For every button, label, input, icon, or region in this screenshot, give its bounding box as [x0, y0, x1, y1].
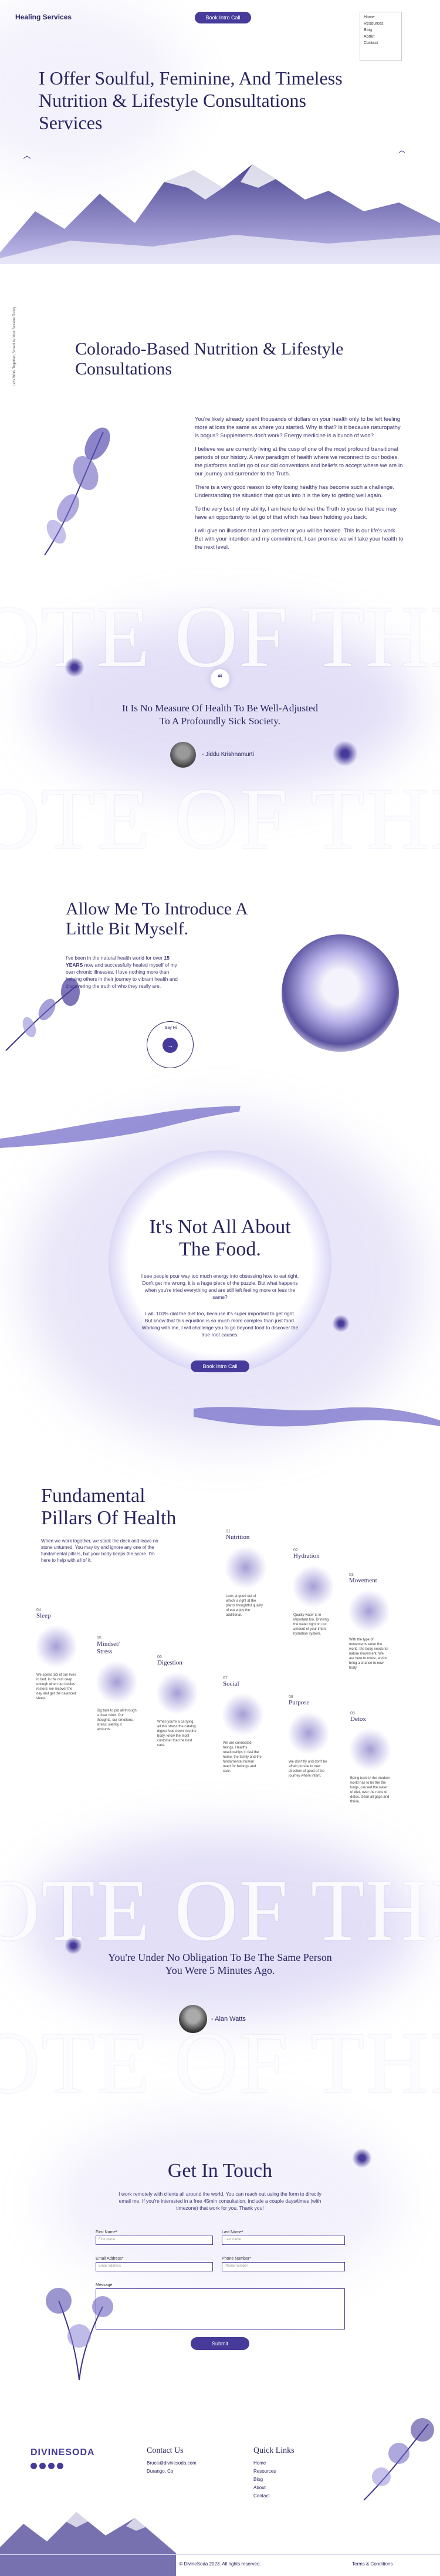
- contact-desc: I work remotely with clients all around …: [119, 2191, 321, 2211]
- youtube-icon[interactable]: [57, 2463, 63, 2469]
- intro-paragraph: You're likely already spent thousands of…: [195, 416, 401, 439]
- about-title: Allow Me To Introduce A Little Bit Mysel…: [66, 899, 247, 938]
- last-name-input[interactable]: Last name: [222, 2236, 345, 2245]
- intro-paragraph: There is a very good reason to why losin…: [195, 484, 395, 499]
- phone-field: Phone Number* Phone number: [222, 2257, 345, 2271]
- facebook-icon[interactable]: [39, 2463, 46, 2469]
- pillar-image: [293, 1563, 333, 1610]
- pillar-image: [349, 1588, 389, 1635]
- nav-menu: Home Resources Blog About Contact: [360, 12, 402, 61]
- footer-link-resources[interactable]: Resources: [253, 2467, 276, 2476]
- pillar-card-digestion: 06 Digestion When you're a carrying all …: [157, 1655, 197, 1747]
- pillar-image: [223, 1691, 263, 1738]
- pillar-image: [289, 1710, 329, 1757]
- footer-link-contact[interactable]: Contact: [253, 2492, 276, 2500]
- intro-paragraph: I will give no illusions that I am perfe…: [195, 528, 404, 551]
- footer-link-blog[interactable]: Blog: [253, 2476, 276, 2484]
- reaching-hand-illustration: [0, 1106, 241, 1148]
- footer-flower-illustration: [363, 2418, 434, 2501]
- social-icons: [31, 2463, 77, 2470]
- food-book-intro-call-button[interactable]: Book Intro Call: [191, 1360, 249, 1372]
- message-input[interactable]: [96, 2288, 345, 2329]
- pillar-image: [226, 1544, 266, 1591]
- message-field: Message: [96, 2283, 345, 2329]
- footer-links-title: Quick Links: [253, 2446, 295, 2455]
- quote-author: - Jiddu Krishnamurti: [202, 751, 254, 758]
- last-name-field: Last Name* Last name: [222, 2230, 345, 2245]
- twitter-icon[interactable]: [48, 2463, 55, 2469]
- header: Healing Services Book Intro Call Home Re…: [0, 0, 440, 61]
- leaf-icon: [352, 2148, 372, 2168]
- food-paragraph: I see people pour way too much energy in…: [141, 1273, 299, 1300]
- food-title: It's Not All About The Food.: [149, 1216, 291, 1260]
- author-avatar: [179, 2005, 207, 2033]
- pillar-image: [36, 1623, 76, 1670]
- first-name-input[interactable]: First name: [96, 2236, 213, 2245]
- nav-home[interactable]: Home: [364, 14, 398, 21]
- pillars-title: Fundamental Pillars Of Health: [41, 1485, 177, 1529]
- pillar-card-hydration: 02 Hydration Quality water is in importa…: [293, 1548, 333, 1636]
- footer-location: Durango, Co: [147, 2469, 174, 2474]
- pillar-image: [97, 1659, 137, 1706]
- footer-links: Home Resources Blog About Contact: [253, 2459, 276, 2500]
- footer-contact-title: Contact Us: [147, 2446, 184, 2455]
- footer-email[interactable]: Bruce@divinesoda.com: [147, 2459, 197, 2467]
- intro-paragraph: I believe we are currently living at the…: [195, 446, 403, 477]
- footer-link-home[interactable]: Home: [253, 2459, 276, 2467]
- pillar-card-sleep: 04 Sleep We spend 1/3 of our lives in be…: [36, 1608, 76, 1700]
- submit-button[interactable]: Submit: [191, 2337, 249, 2350]
- say-hi-badge[interactable]: → Say Hi: [147, 1021, 194, 1068]
- intro-body: You're likely already spent thousands of…: [195, 416, 406, 557]
- pillar-card-movement: 03 Movement With the type of movements e…: [349, 1573, 389, 1670]
- arrow-icon: →: [163, 1037, 178, 1053]
- pillar-image: [157, 1670, 197, 1717]
- nav-blog[interactable]: Blog: [364, 27, 398, 33]
- branch-illustration: [5, 978, 80, 1051]
- first-name-field: First Name* First name: [96, 2230, 213, 2245]
- flower-bouquet-illustration: [46, 2288, 113, 2381]
- leaf-icon: [65, 657, 84, 677]
- email-input[interactable]: Email address: [96, 2262, 213, 2271]
- nav-contact[interactable]: Contact: [364, 40, 398, 46]
- phone-input[interactable]: Phone number: [222, 2262, 345, 2271]
- brand-logo[interactable]: Healing Services: [15, 13, 72, 21]
- hero-title: I Offer Soulful, Feminine, And Timeless …: [39, 67, 343, 133]
- instagram-icon[interactable]: [31, 2463, 37, 2469]
- quote-watermark: OTE OF THE: [0, 770, 440, 867]
- pillar-card-purpose: 08 Purpose We don't fly and don't be afr…: [289, 1695, 329, 1778]
- quote-text: It Is No Measure Of Health To Be Well-Ad…: [122, 703, 318, 727]
- portrait-photo: [282, 934, 399, 1052]
- open-hand-illustration: [194, 1407, 440, 1427]
- mountain-illustration: [0, 150, 440, 264]
- contact-title: Get In Touch: [167, 2160, 273, 2182]
- vertical-tagline: Let's Work Together, Schedule Your Sessi…: [13, 306, 16, 386]
- pillar-card-social: 07 Social We are connected beings. Healt…: [223, 1676, 263, 1774]
- terms-link[interactable]: Terms & Conditions: [352, 2561, 392, 2567]
- nav-about[interactable]: About: [364, 33, 398, 40]
- book-intro-call-button[interactable]: Book Intro Call: [195, 12, 251, 23]
- author-avatar: [170, 742, 196, 768]
- quote-text: You're Under No Obligation To Be The Sam…: [108, 1952, 332, 1976]
- leaf-icon: [332, 1315, 350, 1332]
- quote-author: - Alan Watts: [211, 2015, 246, 2023]
- food-circle: [109, 1150, 331, 1373]
- pillar-image: [350, 1726, 390, 1773]
- leaf-icon: [332, 741, 358, 767]
- pillar-card-mindset: 05 Mindset/ Stress Big task to put all t…: [97, 1636, 137, 1731]
- intro-paragraph: To the very best of my ability, I am her…: [195, 506, 397, 521]
- footer-divider: [0, 2554, 440, 2555]
- pillars-desc: When we work together, we stack the deck…: [41, 1538, 158, 1563]
- intro-title: Colorado-Based Nutrition & Lifestyle Con…: [75, 339, 344, 379]
- leaf-icon: [65, 1937, 82, 1954]
- footer-logo[interactable]: DIVINESODA: [31, 2447, 95, 2458]
- pillar-card-detox: 09 Detox Being toxic in the modern world…: [350, 1711, 390, 1804]
- email-field: Email Address* Email address: [96, 2257, 213, 2271]
- quote-watermark: OTE OF THE: [0, 2014, 440, 2112]
- nav-resources[interactable]: Resources: [364, 21, 398, 27]
- footer-link-about[interactable]: About: [253, 2484, 276, 2492]
- quote-mark-icon: ❝: [211, 669, 229, 688]
- flower-illustration: [44, 427, 110, 556]
- pillar-card-nutrition: 01 Nutrition Look at good out of which i…: [226, 1530, 266, 1618]
- food-paragraph: I will 100% dial the diet too, because i…: [141, 1311, 299, 1338]
